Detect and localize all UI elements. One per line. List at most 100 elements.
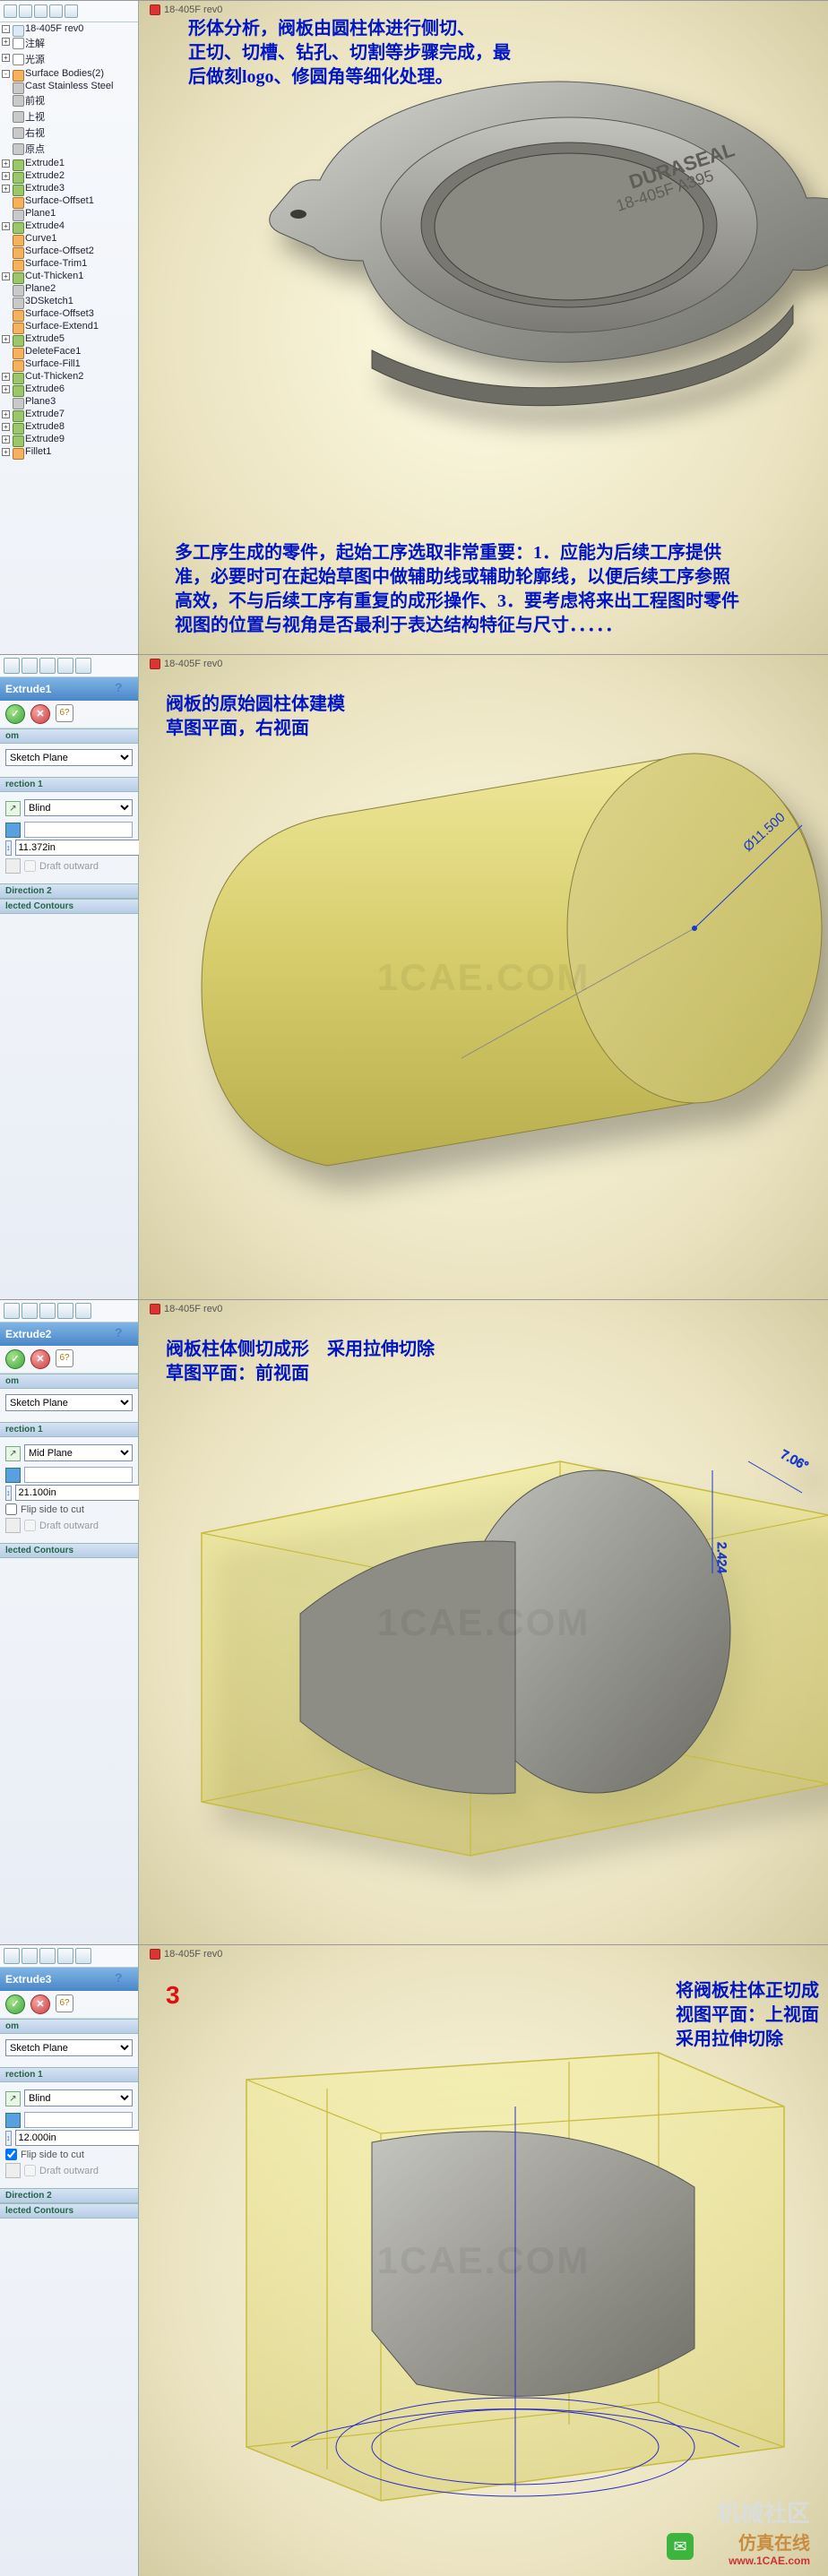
pm-tab-3[interactable]	[39, 1303, 56, 1319]
tree-tab-config[interactable]	[34, 4, 47, 18]
reverse-dir-icon[interactable]: ↗	[5, 1446, 21, 1461]
tree-item-extrude5[interactable]: +Extrude5	[13, 332, 138, 345]
tree-item-surface-offset1[interactable]: Surface-Offset1	[13, 194, 138, 207]
end-cond-select[interactable]: Mid Plane	[24, 1444, 133, 1461]
tree-item-surface-trim1[interactable]: Surface-Trim1	[13, 257, 138, 270]
tree-item-cast-stainless-steel[interactable]: Cast Stainless Steel	[13, 80, 138, 92]
cancel-button[interactable]: ✕	[30, 1994, 50, 2014]
viewport-topcut[interactable]: 18-405F rev0 3 将阀板柱体正切成 视图平面：上视面 采用拉伸切除	[139, 1945, 828, 2576]
grp-dir1[interactable]: rection 1	[0, 2067, 138, 2082]
tree-item-plane1[interactable]: Plane1	[13, 207, 138, 220]
ok-button[interactable]: ✓	[5, 1349, 25, 1369]
tree-item--[interactable]: 上视	[13, 108, 138, 125]
from-select[interactable]: Sketch Plane	[5, 2039, 133, 2056]
tree-item-deleteface1[interactable]: DeleteFace1	[13, 345, 138, 358]
pm-tab-4[interactable]	[57, 658, 73, 674]
viewport-cylinder[interactable]: 18-405F rev0 阀板的原始圆柱体建模 草图平面，右视面	[139, 655, 828, 1299]
tree-item-curve1[interactable]: Curve1	[13, 232, 138, 245]
tree-item-surface-offset3[interactable]: Surface-Offset3	[13, 307, 138, 320]
tree-toggle[interactable]: +	[2, 435, 10, 444]
reverse-dir-icon[interactable]: ↗	[5, 801, 21, 816]
tree-toggle[interactable]: +	[2, 222, 10, 230]
detail-preview-icon[interactable]: 6?	[56, 1349, 73, 1367]
end-cond-select[interactable]: Blind	[24, 799, 133, 816]
tree-toggle[interactable]: +	[2, 272, 10, 280]
tree-item-extrude8[interactable]: +Extrude8	[13, 420, 138, 433]
detail-preview-icon[interactable]: 6?	[56, 1994, 73, 2012]
draft-icon[interactable]	[5, 1518, 21, 1533]
tree-item-3dsketch1[interactable]: 3DSketch1	[13, 295, 138, 307]
draft-icon[interactable]	[5, 2163, 21, 2178]
tree-item-fillet1[interactable]: +Fillet1	[13, 445, 138, 458]
cancel-button[interactable]: ✕	[30, 1349, 50, 1369]
grp-contours[interactable]: lected Contours	[0, 1543, 138, 1558]
dir-color-icon[interactable]	[5, 2113, 21, 2128]
detail-preview-icon[interactable]: 6?	[56, 704, 73, 722]
reverse-dir-icon[interactable]: ↗	[5, 2091, 21, 2106]
flip-side-check[interactable]	[5, 2149, 17, 2160]
dir-color-icon[interactable]	[5, 823, 21, 838]
pm-tab-2[interactable]	[22, 1303, 38, 1319]
tree-item-surface-offset2[interactable]: Surface-Offset2	[13, 245, 138, 257]
tree-item-extrude9[interactable]: +Extrude9	[13, 433, 138, 445]
tree-item-extrude2[interactable]: +Extrude2	[13, 169, 138, 182]
dir-color-icon[interactable]	[5, 1468, 21, 1483]
help-icon[interactable]: ?	[115, 680, 133, 698]
from-select[interactable]: Sketch Plane	[5, 749, 133, 766]
tree-item--[interactable]: +注解	[13, 35, 138, 51]
tree-item--[interactable]: 前视	[13, 92, 138, 108]
draft-icon[interactable]	[5, 858, 21, 874]
tree-item-extrude1[interactable]: +Extrude1	[13, 157, 138, 169]
ok-button[interactable]: ✓	[5, 704, 25, 724]
pm-tab-5[interactable]	[75, 1303, 91, 1319]
tree-item--[interactable]: 原点	[13, 141, 138, 157]
pm-tab-5[interactable]	[75, 1948, 91, 1964]
grp-from[interactable]: om	[0, 1374, 138, 1389]
depth-input[interactable]	[15, 840, 150, 856]
tree-toggle[interactable]: +	[2, 448, 10, 456]
tree-item-cut-thicken1[interactable]: +Cut-Thicken1	[13, 270, 138, 282]
tree-tab-render[interactable]	[65, 4, 78, 18]
tree-toggle[interactable]: +	[2, 38, 10, 46]
tree-item--[interactable]: 右视	[13, 125, 138, 141]
help-icon[interactable]: ?	[115, 1325, 133, 1343]
depth-input[interactable]	[15, 1485, 150, 1501]
pm-tab-3[interactable]	[39, 658, 56, 674]
end-cond-select[interactable]: Blind	[24, 2089, 133, 2106]
grp-dir2[interactable]: Direction 2	[0, 883, 138, 899]
depth-input[interactable]	[15, 2130, 150, 2146]
tree-item-extrude4[interactable]: +Extrude4	[13, 220, 138, 232]
tree-item-extrude3[interactable]: +Extrude3	[13, 182, 138, 194]
viewport-analysis[interactable]: 18-405F rev0 形体分析，阀板由圆柱体进行侧切、 正切、切槽、钻孔、切…	[139, 1, 828, 654]
from-select[interactable]: Sketch Plane	[5, 1394, 133, 1411]
grp-dir2[interactable]: Direction 2	[0, 2188, 138, 2203]
tree-toggle[interactable]: +	[2, 373, 10, 381]
tree-toggle[interactable]: -	[2, 25, 10, 33]
tree-item-extrude6[interactable]: +Extrude6	[13, 383, 138, 395]
help-icon[interactable]: ?	[115, 1970, 133, 1988]
tree-toggle[interactable]: +	[2, 54, 10, 62]
pm-tab-5[interactable]	[75, 658, 91, 674]
tree-item-surface-extend1[interactable]: Surface-Extend1	[13, 320, 138, 332]
grp-contours[interactable]: lected Contours	[0, 899, 138, 914]
tree-item-cut-thicken2[interactable]: +Cut-Thicken2	[13, 370, 138, 383]
flip-side-check[interactable]	[5, 1503, 17, 1515]
tree-toggle[interactable]: +	[2, 185, 10, 193]
tree-toggle[interactable]: +	[2, 159, 10, 168]
pm-tab-4[interactable]	[57, 1303, 73, 1319]
pm-tab-1[interactable]	[4, 1948, 20, 1964]
pm-tab-3[interactable]	[39, 1948, 56, 1964]
viewport-sidecut[interactable]: 18-405F rev0 阀板柱体侧切成形 采用拉伸切除 草图平面：前视面	[139, 1300, 828, 1944]
grp-contours[interactable]: lected Contours	[0, 2203, 138, 2218]
tree-toggle[interactable]: +	[2, 423, 10, 431]
pm-tab-2[interactable]	[22, 1948, 38, 1964]
tree-item-plane2[interactable]: Plane2	[13, 282, 138, 295]
grp-from[interactable]: om	[0, 2019, 138, 2034]
grp-dir1[interactable]: rection 1	[0, 1422, 138, 1437]
tree-toggle[interactable]: +	[2, 335, 10, 343]
tree-item--[interactable]: +光源	[13, 51, 138, 67]
tree-toggle[interactable]: +	[2, 172, 10, 180]
tree-item-surface-bodies-2-[interactable]: -Surface Bodies(2)	[13, 67, 138, 80]
pm-tab-1[interactable]	[4, 1303, 20, 1319]
grp-dir1[interactable]: rection 1	[0, 777, 138, 792]
